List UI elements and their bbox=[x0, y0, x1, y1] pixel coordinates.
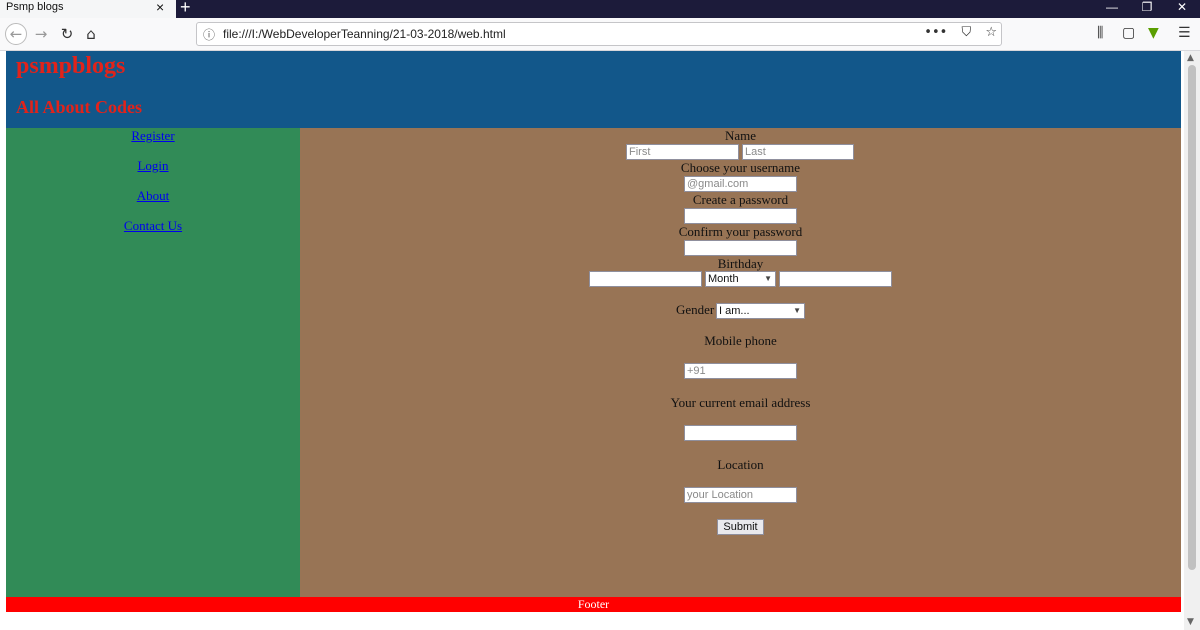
name-label: Name bbox=[724, 128, 757, 143]
birthday-label: Birthday bbox=[717, 256, 764, 271]
browser-tab-strip: Psmp blogs × + — ❐ ✕ bbox=[0, 0, 1200, 18]
chevron-down-icon: ▼ bbox=[764, 274, 772, 283]
username-label: Choose your username bbox=[680, 160, 801, 175]
sidebar-link-contact[interactable]: Contact Us bbox=[6, 218, 300, 234]
site-title: psmpblogs bbox=[16, 53, 126, 79]
gender-select[interactable]: I am... ▼ bbox=[716, 303, 805, 319]
site-subtitle: All About Codes bbox=[16, 97, 143, 117]
sidebar: Register Login About Contact Us bbox=[6, 128, 300, 597]
plus-icon[interactable]: + bbox=[180, 0, 191, 18]
month-selected-value: Month bbox=[708, 273, 739, 285]
password-input[interactable] bbox=[684, 208, 797, 224]
more-icon[interactable]: ••• bbox=[924, 25, 947, 40]
library-icon[interactable]: ⫼ bbox=[1097, 25, 1103, 41]
restore-icon[interactable]: ❐ bbox=[1129, 0, 1165, 14]
sidebar-link-about[interactable]: About bbox=[6, 188, 300, 204]
chevron-down-icon: ▼ bbox=[793, 306, 801, 315]
confirm-password-label: Confirm your password bbox=[678, 224, 803, 239]
page-scrollbar[interactable]: ▲ ▼ bbox=[1184, 51, 1200, 630]
scroll-up-icon[interactable]: ▲ bbox=[1187, 53, 1194, 63]
browser-tab[interactable]: Psmp blogs × bbox=[0, 0, 176, 18]
home-icon[interactable]: ⌂ bbox=[80, 23, 102, 45]
gender-selected-value: I am... bbox=[719, 305, 750, 317]
location-label: Location bbox=[717, 457, 764, 472]
reload-icon[interactable]: ↻ bbox=[56, 23, 78, 45]
menu-icon[interactable]: ☰ bbox=[1178, 25, 1191, 41]
scroll-thumb[interactable] bbox=[1188, 65, 1196, 570]
username-input[interactable] bbox=[684, 176, 797, 192]
location-input[interactable] bbox=[684, 487, 797, 503]
url-actions: ••• ⛉ ☆ bbox=[914, 25, 997, 40]
footer: Footer bbox=[6, 597, 1181, 612]
birthday-year-input[interactable] bbox=[779, 271, 892, 287]
birthday-day-input[interactable] bbox=[589, 271, 702, 287]
submit-button[interactable]: Submit bbox=[717, 519, 764, 535]
sidebar-link-register[interactable]: Register bbox=[6, 128, 300, 144]
email-input[interactable] bbox=[684, 425, 797, 441]
url-text: file:///I:/WebDeveloperTeanning/21-03-20… bbox=[223, 27, 506, 41]
last-name-input[interactable] bbox=[742, 144, 854, 160]
close-window-icon[interactable]: ✕ bbox=[1164, 0, 1200, 14]
site-header: psmpblogs All About Codes bbox=[6, 51, 1181, 128]
info-icon[interactable]: ⓘ bbox=[203, 26, 215, 43]
sidebar-icon[interactable]: ▢ bbox=[1122, 25, 1135, 41]
minimize-icon[interactable]: — bbox=[1094, 0, 1130, 14]
password-label: Create a password bbox=[692, 192, 789, 207]
close-icon[interactable]: × bbox=[156, 0, 164, 15]
mobile-input[interactable] bbox=[684, 363, 797, 379]
mobile-label: Mobile phone bbox=[704, 333, 777, 348]
registration-form: Name Choose your username Create a passw… bbox=[300, 128, 1181, 597]
browser-navbar: ← → ↻ ⌂ ⓘ file:///I:/WebDeveloperTeannin… bbox=[0, 18, 1200, 51]
bookmark-star-icon[interactable]: ☆ bbox=[985, 25, 997, 40]
back-arrow-icon: ← bbox=[9, 25, 23, 43]
download-icon[interactable]: ▼ bbox=[1148, 25, 1159, 41]
tab-title: Psmp blogs bbox=[6, 1, 64, 13]
birthday-month-select[interactable]: Month ▼ bbox=[705, 271, 776, 287]
forward-arrow-icon[interactable]: → bbox=[30, 23, 52, 45]
confirm-password-input[interactable] bbox=[684, 240, 797, 256]
sidebar-link-login[interactable]: Login bbox=[6, 158, 300, 174]
gender-row: Gender bbox=[676, 302, 714, 318]
url-bar[interactable]: ⓘ file:///I:/WebDeveloperTeanning/21-03-… bbox=[196, 22, 1002, 46]
gender-label: Gender bbox=[676, 302, 715, 317]
email-label: Your current email address bbox=[670, 395, 811, 410]
first-name-input[interactable] bbox=[626, 144, 739, 160]
pocket-icon[interactable]: ⛉ bbox=[961, 25, 971, 40]
scroll-down-icon[interactable]: ▼ bbox=[1187, 617, 1194, 627]
